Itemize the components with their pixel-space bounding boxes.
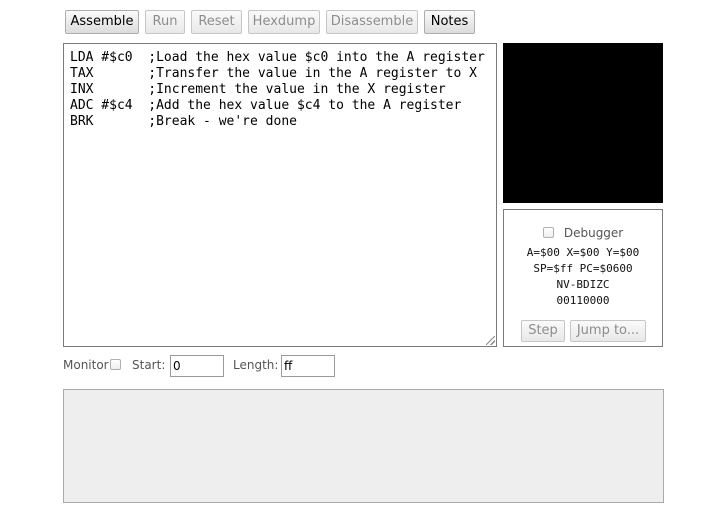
assemble-button[interactable]: Assemble [65,10,139,34]
flags-header: NV-BDIZC [556,278,610,291]
code-line: ADC #$c4 ;Add the hex value $c4 to the A… [70,98,462,113]
debugger-checkbox[interactable] [542,227,554,238]
hexdump-button[interactable]: Hexdump [248,10,320,34]
code-line: BRK ;Break - we're done [70,114,297,129]
code-line: LDA #$c0 ;Load the hex value $c0 into th… [70,50,485,65]
monitor-label: Monitor [63,358,109,372]
monitor-checkbox[interactable] [110,359,121,370]
step-button[interactable]: Step [521,320,565,342]
disassemble-button[interactable]: Disassemble [326,10,418,34]
resize-grip-icon[interactable] [486,336,495,345]
flags-value: 00110000 [556,294,610,307]
jump-to-button[interactable]: Jump to... [570,320,646,342]
debugger-label: Debugger [563,225,624,240]
display-screen [503,43,663,203]
length-input[interactable] [281,355,335,377]
code-line: TAX ;Transfer the value in the A registe… [70,66,477,81]
reset-button[interactable]: Reset [191,10,242,34]
debug-panel: Debugger A=$00 X=$00 Y=$00 SP=$ff PC=$06… [503,209,663,347]
registers-line-2: SP=$ff PC=$0600 [533,262,633,275]
code-line: INX ;Increment the value in the X regist… [70,82,446,97]
debugger-toggle: Debugger [504,222,662,241]
message-output [63,389,664,503]
code-editor[interactable]: LDA #$c0 ;Load the hex value $c0 into th… [63,43,497,347]
registers-line-1: A=$00 X=$00 Y=$00 [526,246,640,259]
notes-button[interactable]: Notes [424,10,475,34]
start-address-input[interactable] [170,355,224,377]
run-button[interactable]: Run [145,10,185,34]
